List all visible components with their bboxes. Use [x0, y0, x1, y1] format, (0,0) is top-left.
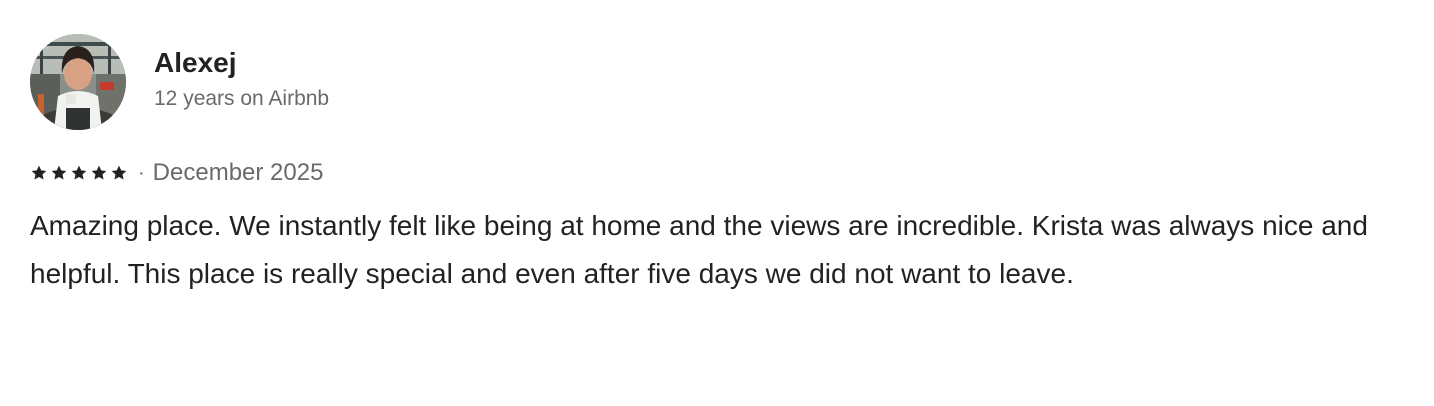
star-icon — [91, 165, 107, 180]
reviewer-name[interactable]: Alexej — [154, 46, 329, 80]
star-rating — [30, 164, 128, 182]
avatar[interactable] — [30, 34, 126, 130]
star-icon — [111, 165, 127, 180]
star-icon — [31, 165, 47, 180]
review-text: Amazing place. We instantly felt like be… — [30, 210, 1368, 289]
reviewer-meta: Alexej 12 years on Airbnb — [154, 46, 329, 112]
star-icon — [51, 165, 67, 180]
rating-row: · December 2025 — [30, 158, 1410, 188]
review-date: December 2025 — [152, 159, 324, 186]
reviewer-tenure: 12 years on Airbnb — [154, 87, 330, 110]
reviewer-header: Alexej 12 years on Airbnb — [30, 34, 1410, 130]
star-icon — [71, 165, 87, 180]
separator-dot: · — [138, 162, 145, 184]
avatar-photo-icon — [30, 34, 126, 130]
review-card: Alexej 12 years on Airbnb · December 202… — [30, 34, 1410, 298]
